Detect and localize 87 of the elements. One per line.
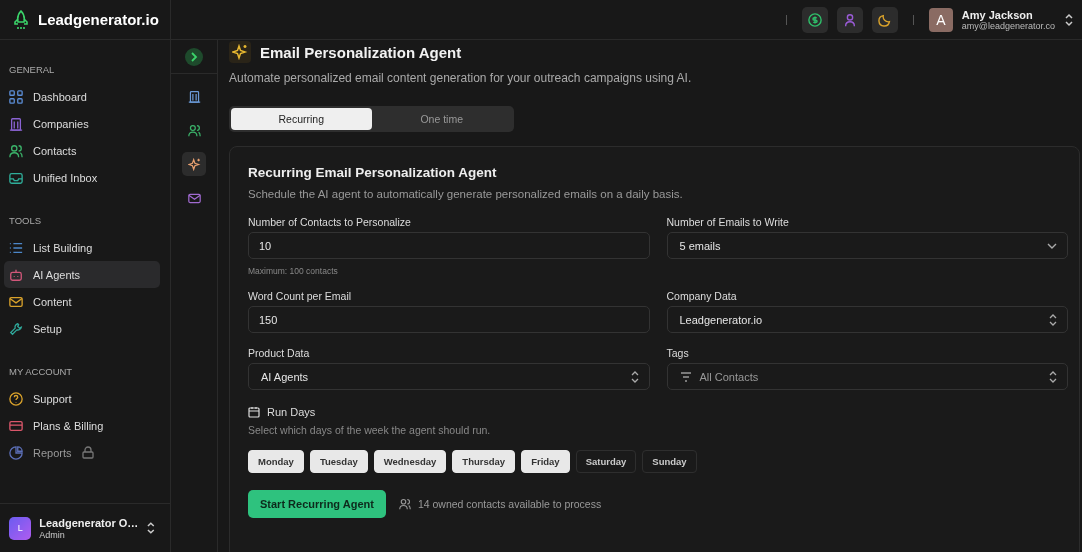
mail-icon xyxy=(187,191,201,205)
user-name: Amy Jackson xyxy=(961,8,1034,21)
select-field[interactable]: All Contacts xyxy=(666,363,1068,390)
select-field[interactable]: 5 emails xyxy=(666,232,1068,259)
sidebar-item[interactable]: AI Agents xyxy=(4,261,160,288)
input-field[interactable]: 10 xyxy=(248,232,650,259)
building-icon xyxy=(187,89,201,103)
input-field[interactable]: 150 xyxy=(248,306,650,333)
tab[interactable]: Recurring xyxy=(231,108,372,130)
theme-button[interactable] xyxy=(871,6,898,33)
day-toggle[interactable]: Sunday xyxy=(642,450,697,473)
page-description: Automate personalized email content generation for your outreach campaigns using AI. xyxy=(229,71,693,85)
rocket-icon xyxy=(12,9,30,30)
organization-role: Admin xyxy=(39,529,66,540)
sidebar-item[interactable]: Companies xyxy=(4,110,160,137)
lock-icon xyxy=(81,446,94,459)
sidebar-item[interactable]: Content xyxy=(4,288,160,315)
user-button[interactable] xyxy=(836,6,863,33)
brand-name: Leadgenerator.io xyxy=(38,11,159,28)
field-label: Number of Emails to Write xyxy=(666,216,790,228)
section-title: Run Days xyxy=(267,406,316,418)
inbox-icon xyxy=(9,170,23,185)
user-icon xyxy=(842,12,857,27)
day-toggle[interactable]: Tuesday xyxy=(309,450,368,473)
bot-icon xyxy=(9,267,23,282)
pie-icon xyxy=(9,445,23,460)
dollar-icon xyxy=(807,12,822,27)
users-icon xyxy=(398,498,411,510)
chevrons-icon[interactable] xyxy=(146,521,156,535)
filter-icon xyxy=(679,371,692,382)
section-title: TOOLS xyxy=(8,214,43,228)
chevrons-icon xyxy=(630,370,639,383)
tab[interactable]: One time xyxy=(371,108,512,130)
start-button[interactable]: Start Recurring Agent xyxy=(248,490,386,518)
card-icon xyxy=(9,418,23,433)
day-toggle[interactable]: Monday xyxy=(248,450,304,473)
field-hint: Maximum: 100 contacts xyxy=(248,266,339,276)
sparkles-icon xyxy=(187,157,201,171)
select-field[interactable]: AI Agents xyxy=(248,363,650,390)
field-label: Company Data xyxy=(666,290,738,302)
calendar-icon xyxy=(248,406,260,418)
contacts-note: 14 owned contacts available to process xyxy=(417,498,602,510)
sparkles-icon xyxy=(229,41,251,63)
user-email: amy@leadgenerator.co xyxy=(961,20,1055,31)
organization-name: Leadgenerator O… xyxy=(39,516,139,529)
wrench-icon xyxy=(9,321,23,336)
card-title: Recurring Email Personalization Agent xyxy=(248,165,498,180)
section-title: MY ACCOUNT xyxy=(8,365,74,379)
help-icon xyxy=(9,391,23,406)
day-toggle[interactable]: Friday xyxy=(521,450,570,473)
select-field[interactable]: Leadgenerator.io xyxy=(666,306,1068,333)
day-toggle[interactable]: Thursday xyxy=(452,450,516,473)
chevrons-icon xyxy=(1049,370,1057,383)
sidebar-item[interactable]: Support xyxy=(4,385,160,412)
user-avatar: A xyxy=(928,7,953,32)
grid-icon xyxy=(9,89,23,104)
sidebar-item[interactable]: Dashboard xyxy=(4,83,160,110)
sparkles-button[interactable] xyxy=(182,152,206,176)
users-icon xyxy=(9,143,23,158)
users-icon xyxy=(187,123,201,137)
chevrons-icon xyxy=(1049,313,1057,326)
field-label: Product Data xyxy=(248,347,311,359)
day-toggle[interactable]: Wednesday xyxy=(373,450,447,473)
organization-avatar: L xyxy=(9,516,32,540)
field-label: Tags xyxy=(666,347,690,359)
sidebar-item[interactable]: Setup xyxy=(4,315,160,342)
list-icon xyxy=(9,240,23,255)
sidebar-item[interactable]: Reports xyxy=(4,439,160,466)
building-icon xyxy=(9,116,23,131)
sidebar-item[interactable]: List Building xyxy=(4,234,160,261)
section-title: GENERAL xyxy=(8,63,56,77)
section-description: Select which days of the week the agent should run. xyxy=(248,424,492,436)
moon-icon xyxy=(877,12,892,27)
expand-button[interactable] xyxy=(185,47,203,66)
chevron-right-icon xyxy=(190,51,198,62)
sidebar-item[interactable]: Plans & Billing xyxy=(4,412,160,439)
mail-icon xyxy=(9,294,23,309)
dollar-button[interactable] xyxy=(801,6,828,33)
sidebar-item[interactable]: Contacts xyxy=(4,137,160,164)
sidebar-item[interactable]: Unified Inbox xyxy=(4,164,160,191)
field-label: Number of Contacts to Personalize xyxy=(248,216,412,228)
page-title: Email Personalization Agent xyxy=(260,43,462,61)
chevrons-icon[interactable] xyxy=(1064,12,1074,27)
card-description: Schedule the AI agent to automatically generate personalized emails on a daily basis. xyxy=(248,188,684,200)
field-label: Word Count per Email xyxy=(248,290,353,302)
day-toggle[interactable]: Saturday xyxy=(575,450,637,473)
chevron-down-icon xyxy=(1047,242,1057,249)
